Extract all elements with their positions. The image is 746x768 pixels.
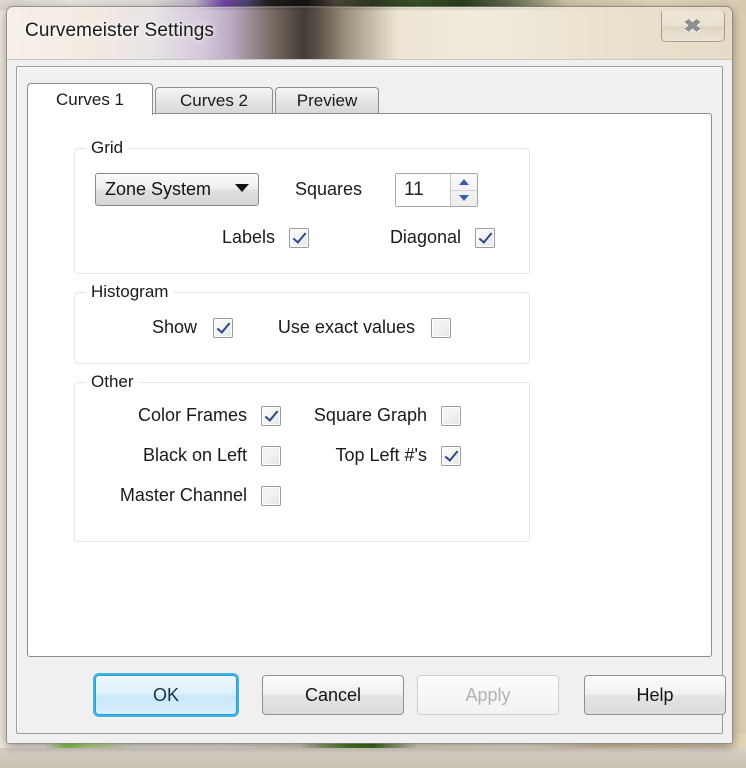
backdrop-lower-band xyxy=(0,748,746,768)
dialog-client-area: Curves 1 Curves 2 Preview Grid Zone Syst… xyxy=(7,59,732,743)
squares-stepper-buttons xyxy=(450,174,477,206)
group-other: Other Color Frames Square Graph Black on… xyxy=(74,372,530,542)
checkbox-label-master-channel: Master Channel xyxy=(119,485,247,505)
close-icon: ✖ xyxy=(683,16,703,36)
grid-type-value: Zone System xyxy=(105,179,212,199)
window-titlebar: Curvemeister Settings ✖ xyxy=(7,7,732,60)
checkbox-row-use-exact-values: Use exact values xyxy=(233,317,451,338)
checkbox-label-show: Show xyxy=(151,317,197,337)
checkbox-diagonal[interactable] xyxy=(475,227,495,248)
checkbox-row-labels: Labels xyxy=(183,227,309,248)
checkbox-label-use-exact-values: Use exact values xyxy=(277,317,415,337)
checkbox-label-labels: Labels xyxy=(221,227,275,247)
checkbox-color-frames[interactable] xyxy=(261,405,281,426)
checkbox-labels[interactable] xyxy=(289,227,309,248)
squares-decrement-button[interactable] xyxy=(451,189,477,207)
ok-button[interactable]: OK xyxy=(95,675,237,715)
checkbox-row-color-frames: Color Frames xyxy=(107,405,281,426)
ok-button-label: OK xyxy=(152,684,179,705)
checkbox-row-show: Show xyxy=(135,317,233,338)
tab-label: Preview xyxy=(296,91,358,110)
checkbox-row-square-graph: Square Graph xyxy=(295,405,461,426)
apply-button-label: Apply xyxy=(465,684,511,705)
group-other-legend: Other xyxy=(86,372,139,392)
help-button[interactable]: Help xyxy=(584,675,726,715)
spinner-up-icon xyxy=(459,178,469,185)
tab-label: Curves 2 xyxy=(179,91,249,110)
tab-label: Curves 1 xyxy=(55,89,125,109)
apply-button: Apply xyxy=(417,675,559,715)
squares-label: Squares xyxy=(295,179,363,199)
tabstrip: Curves 1 Curves 2 Preview xyxy=(27,83,712,115)
group-grid: Grid Zone System Squares 11 Labels Diago… xyxy=(74,138,530,274)
checkbox-row-diagonal: Diagonal xyxy=(353,227,495,248)
help-button-label: Help xyxy=(636,684,674,705)
checkbox-label-black-on-left: Black on Left xyxy=(142,445,247,465)
checkbox-top-left-numbers[interactable] xyxy=(441,445,461,466)
checkbox-row-master-channel: Master Channel xyxy=(107,485,281,506)
checkbox-label-diagonal: Diagonal xyxy=(389,227,461,247)
checkbox-label-top-left-numbers: Top Left #'s xyxy=(335,445,428,465)
squares-increment-button[interactable] xyxy=(451,174,477,190)
group-histogram-legend: Histogram xyxy=(86,282,174,302)
checkbox-master-channel[interactable] xyxy=(261,485,281,506)
checkbox-black-on-left[interactable] xyxy=(261,445,281,466)
cancel-button-label: Cancel xyxy=(304,684,362,705)
tab-preview[interactable]: Preview xyxy=(275,87,379,114)
dialog-button-bar: OK Cancel Apply Help xyxy=(27,675,726,721)
window-title: Curvemeister Settings xyxy=(25,20,215,41)
squares-input[interactable]: 11 xyxy=(396,174,450,206)
checkbox-square-graph[interactable] xyxy=(441,405,461,426)
group-grid-legend: Grid xyxy=(86,138,129,158)
group-histogram: Histogram Show Use exact values xyxy=(74,282,530,364)
chevron-down-icon xyxy=(230,184,258,195)
checkbox-row-black-on-left: Black on Left xyxy=(107,445,281,466)
dialog-inner-frame: Curves 1 Curves 2 Preview Grid Zone Syst… xyxy=(16,66,726,734)
tab-curves-1[interactable]: Curves 1 xyxy=(27,83,153,115)
spinner-down-icon xyxy=(459,195,469,202)
settings-dialog-window: Curvemeister Settings ✖ Curves 1 Curves … xyxy=(6,6,733,744)
checkbox-label-square-graph: Square Graph xyxy=(313,405,427,425)
checkbox-label-color-frames: Color Frames xyxy=(137,405,247,425)
squares-stepper[interactable]: 11 xyxy=(395,173,478,207)
checkbox-row-top-left-numbers: Top Left #'s xyxy=(295,445,461,466)
cancel-button[interactable]: Cancel xyxy=(262,675,404,715)
close-button[interactable]: ✖ xyxy=(661,11,725,42)
checkbox-use-exact-values[interactable] xyxy=(431,317,451,338)
tab-panel-curves-1: Grid Zone System Squares 11 Labels Diago… xyxy=(27,113,712,657)
tab-curves-2[interactable]: Curves 2 xyxy=(155,87,273,114)
checkbox-show[interactable] xyxy=(213,317,233,338)
grid-type-dropdown[interactable]: Zone System xyxy=(95,173,259,206)
